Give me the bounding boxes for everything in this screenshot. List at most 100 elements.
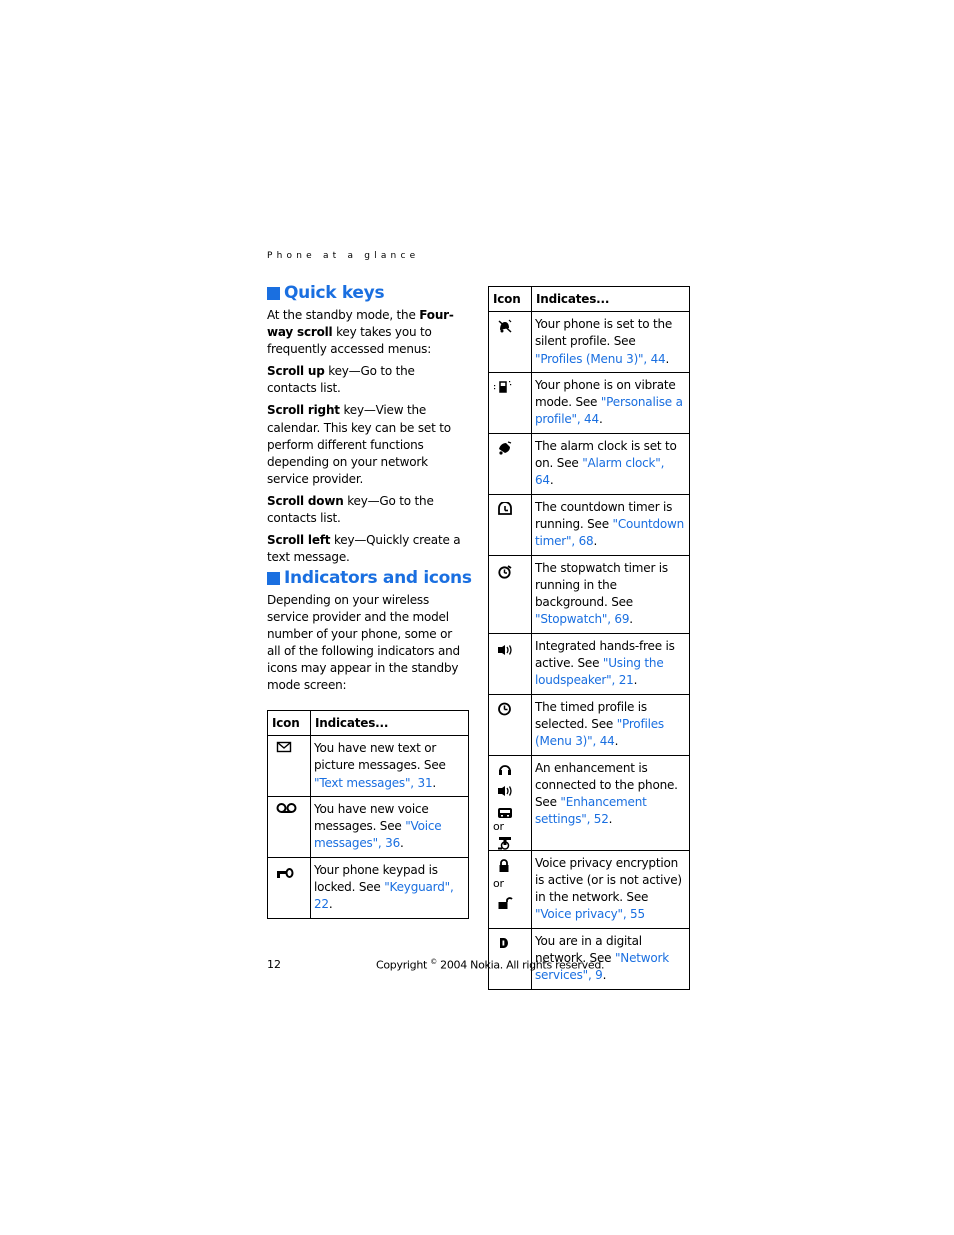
- description-cell: Integrated hands-free is active. See "Us…: [531, 632, 690, 695]
- vibrate-icon: [493, 379, 513, 393]
- punct: .: [633, 673, 638, 688]
- icon-cell: [488, 311, 532, 373]
- icon-cell: [267, 856, 311, 919]
- table-row: Integrated hands-free is active. See "Us…: [488, 632, 690, 695]
- description-cell: You have new voice messages. See "Voice …: [310, 795, 469, 858]
- punct: .: [549, 473, 554, 488]
- item-bold: Scroll up: [267, 364, 325, 379]
- table-row: Your phone is on vibrate mode. See "Pers…: [488, 371, 690, 434]
- stopwatch-link[interactable]: "Stopwatch", 69: [535, 612, 629, 626]
- profiles-link[interactable]: "Profiles (Menu 3)", 44: [535, 352, 666, 366]
- heading-square-icon: [267, 286, 280, 300]
- quick-keys-heading-text: Quick keys: [284, 283, 385, 303]
- scroll-right-item: Scroll right key—View the calendar. This…: [267, 402, 467, 487]
- scroll-up-item: Scroll up key—Go to the contacts list.: [267, 363, 467, 397]
- icon-cell: [267, 735, 311, 797]
- text-messages-link[interactable]: "Text messages", 31: [314, 776, 433, 790]
- description-text: You have new text or picture messages. S…: [314, 741, 446, 773]
- punct: .: [608, 812, 613, 827]
- table-header-row: Icon Indicates...: [267, 710, 469, 736]
- loudspeaker-icon: [497, 643, 515, 657]
- copyright-text: Copyright: [376, 958, 431, 972]
- or-label: or: [493, 876, 504, 890]
- copyright-notice: Copyright © 2004 Nokia. All rights reser…: [376, 958, 605, 972]
- description-cell: Voice privacy encryption is active (or i…: [531, 849, 690, 929]
- indicators-table-left: Icon Indicates... You have new text or p…: [267, 710, 469, 919]
- silent-bell-icon: [497, 319, 513, 333]
- icon-cell: or: [488, 849, 532, 929]
- key-lock-icon: [276, 867, 294, 881]
- description-cell: The countdown timer is running. See "Cou…: [531, 493, 690, 556]
- copyright-text-end: 2004 Nokia. All rights reserved.: [436, 958, 605, 972]
- icon-cell: [488, 371, 532, 434]
- table-row: The alarm clock is set to on. See "Alarm…: [488, 432, 690, 495]
- indicators-heading-text: Indicators and icons: [284, 568, 472, 588]
- icon-column-header: Icon: [488, 286, 532, 312]
- running-head: Phone at a glance: [267, 251, 420, 261]
- icon-column-header: Icon: [267, 710, 311, 736]
- item-bold: Scroll right: [267, 403, 340, 418]
- punct: .: [432, 775, 437, 790]
- indicators-table-right: Icon Indicates... Your phone is set to t…: [488, 286, 690, 990]
- table-header-row: Icon Indicates...: [488, 286, 690, 312]
- headset-icon: [497, 762, 513, 776]
- quick-keys-heading: Quick keys: [267, 283, 385, 303]
- description-cell: The stopwatch timer is running in the ba…: [531, 554, 690, 634]
- punct: .: [665, 351, 670, 366]
- icon-cell: [488, 493, 532, 556]
- description-cell: Your phone keypad is locked. See "Keygua…: [310, 856, 469, 919]
- icon-cell: [488, 693, 532, 756]
- quick-keys-body: At the standby mode, the Four-way scroll…: [267, 307, 467, 566]
- punct: .: [328, 897, 333, 912]
- lock-closed-icon: [497, 858, 513, 873]
- stopwatch-icon: [497, 564, 513, 579]
- table-row: The countdown timer is running. See "Cou…: [488, 493, 690, 556]
- voicemail-icon: [276, 801, 298, 815]
- table-row: You have new voice messages. See "Voice …: [267, 795, 469, 858]
- punct: .: [629, 612, 633, 627]
- voice-privacy-link[interactable]: "Voice privacy", 55: [535, 907, 645, 921]
- punct: .: [598, 412, 603, 427]
- digital-network-icon: [497, 936, 513, 950]
- description-text: The stopwatch timer is running in the ba…: [535, 560, 668, 610]
- indicators-intro: Depending on your wireless service provi…: [267, 593, 460, 693]
- table-row: or An enhancement is connected to the ph…: [488, 754, 690, 851]
- item-bold: Scroll down: [267, 493, 344, 508]
- indicates-column-header: Indicates...: [531, 286, 690, 312]
- loudspeaker-icon: [497, 784, 515, 798]
- indicators-heading: Indicators and icons: [267, 568, 472, 588]
- description-text: Voice privacy encryption is active (or i…: [535, 855, 682, 905]
- icon-cell: or: [488, 754, 532, 851]
- loopset-icon: [497, 836, 513, 850]
- quick-keys-intro: At the standby mode, the Four-way scroll…: [267, 307, 467, 358]
- punct: .: [400, 836, 404, 851]
- page-number: 12: [267, 958, 281, 971]
- lock-open-icon: [497, 896, 513, 910]
- or-label: or: [493, 819, 504, 833]
- envelope-icon: [276, 740, 292, 754]
- alarm-bell-icon: [497, 441, 513, 455]
- scroll-left-item: Scroll left key—Quickly create a text me…: [267, 532, 467, 566]
- table-row: The stopwatch timer is running in the ba…: [488, 554, 690, 634]
- icon-cell: [488, 554, 532, 634]
- timed-profile-clock-icon: [497, 702, 513, 716]
- table-row: You have new text or picture messages. S…: [267, 735, 469, 797]
- table-row: Your phone is set to the silent profile.…: [488, 311, 690, 373]
- scroll-down-item: Scroll down key—Go to the contacts list.: [267, 493, 467, 527]
- description-cell: The timed profile is selected. See "Prof…: [531, 693, 690, 756]
- punct: .: [593, 534, 598, 549]
- icon-cell: [488, 432, 532, 495]
- punct: .: [614, 734, 619, 749]
- copyright-symbol: ©: [430, 958, 437, 966]
- car-kit-icon: [497, 806, 513, 820]
- table-row: The timed profile is selected. See "Prof…: [488, 693, 690, 756]
- icon-cell: [488, 632, 532, 695]
- heading-square-icon: [267, 571, 280, 585]
- countdown-timer-icon: [497, 501, 513, 516]
- table-row: Your phone keypad is locked. See "Keygua…: [267, 856, 469, 919]
- description-cell: Your phone is on vibrate mode. See "Pers…: [531, 371, 690, 434]
- description-cell: Your phone is set to the silent profile.…: [531, 311, 690, 373]
- table-row: or Voice privacy encryption is active (o…: [488, 849, 690, 929]
- icon-cell: [267, 795, 311, 858]
- description-cell: The alarm clock is set to on. See "Alarm…: [531, 432, 690, 495]
